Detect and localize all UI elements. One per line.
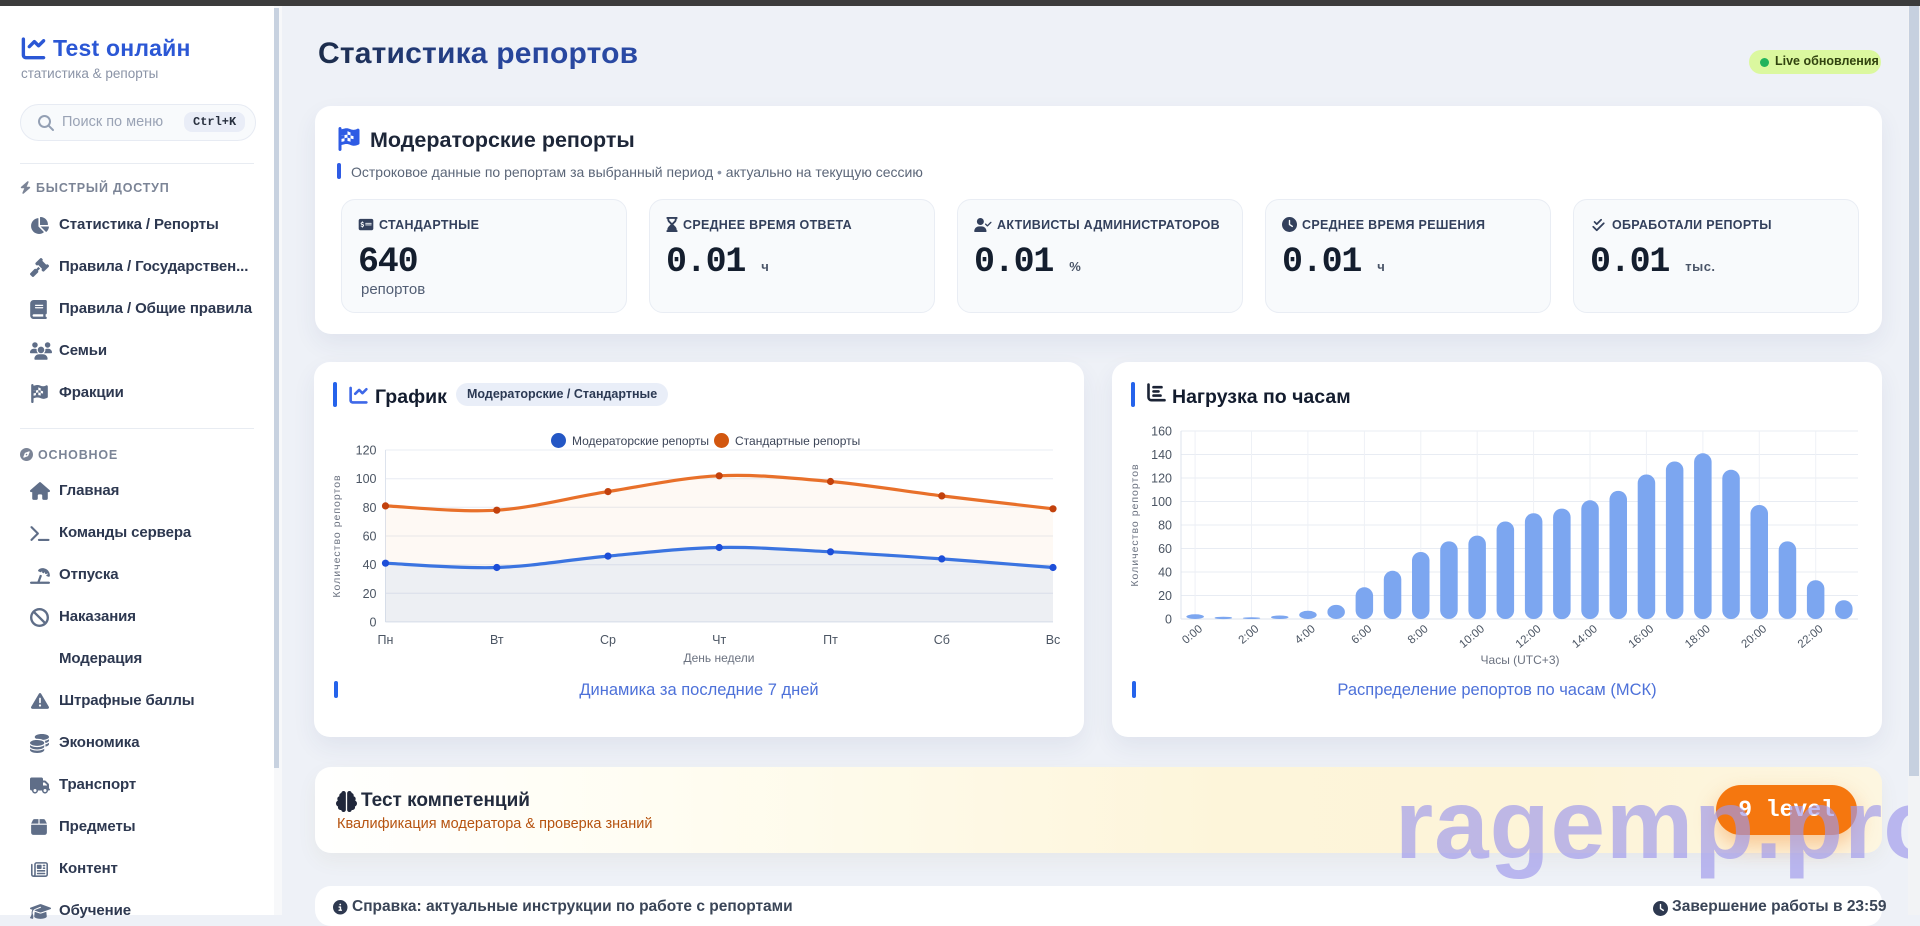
svg-text:Чт: Чт xyxy=(712,633,726,647)
svg-text:100: 100 xyxy=(356,472,377,486)
svg-text:0:00: 0:00 xyxy=(1180,623,1205,647)
svg-text:160: 160 xyxy=(1151,425,1172,439)
svg-text:40: 40 xyxy=(363,558,377,572)
svg-text:20: 20 xyxy=(363,587,377,601)
svg-text:Вс: Вс xyxy=(1046,633,1061,647)
svg-text:20: 20 xyxy=(1158,589,1172,603)
svg-text:Вт: Вт xyxy=(490,633,504,647)
svg-text:0: 0 xyxy=(370,616,377,630)
svg-text:Сб: Сб xyxy=(934,633,950,647)
svg-text:100: 100 xyxy=(1151,495,1172,509)
svg-text:14:00: 14:00 xyxy=(1570,623,1600,651)
svg-text:16:00: 16:00 xyxy=(1627,623,1657,651)
svg-text:60: 60 xyxy=(363,530,377,544)
svg-text:22:00: 22:00 xyxy=(1796,623,1826,651)
svg-text:60: 60 xyxy=(1158,542,1172,556)
svg-text:6:00: 6:00 xyxy=(1349,623,1374,647)
svg-text:20:00: 20:00 xyxy=(1739,623,1769,651)
svg-text:4:00: 4:00 xyxy=(1293,623,1318,647)
svg-text:Количество репортов: Количество репортов xyxy=(331,474,343,597)
svg-text:0: 0 xyxy=(1165,613,1172,627)
svg-text:18:00: 18:00 xyxy=(1683,623,1713,651)
svg-text:140: 140 xyxy=(1151,448,1172,462)
svg-text:10:00: 10:00 xyxy=(1457,623,1487,651)
svg-text:Пт: Пт xyxy=(823,633,838,647)
svg-text:80: 80 xyxy=(1158,519,1172,533)
svg-text:2:00: 2:00 xyxy=(1237,623,1262,647)
svg-text:120: 120 xyxy=(1151,472,1172,486)
svg-text:Часы (UTC+3): Часы (UTC+3) xyxy=(1481,653,1560,667)
svg-text:12:00: 12:00 xyxy=(1514,623,1544,651)
svg-text:8:00: 8:00 xyxy=(1406,623,1431,647)
svg-text:Пн: Пн xyxy=(378,633,394,647)
svg-text:80: 80 xyxy=(363,501,377,515)
svg-text:Ср: Ср xyxy=(600,633,616,647)
svg-text:120: 120 xyxy=(356,444,377,458)
svg-text:День недели: День недели xyxy=(683,651,754,665)
svg-text:40: 40 xyxy=(1158,566,1172,580)
svg-text:Количество репортов: Количество репортов xyxy=(1129,463,1141,586)
